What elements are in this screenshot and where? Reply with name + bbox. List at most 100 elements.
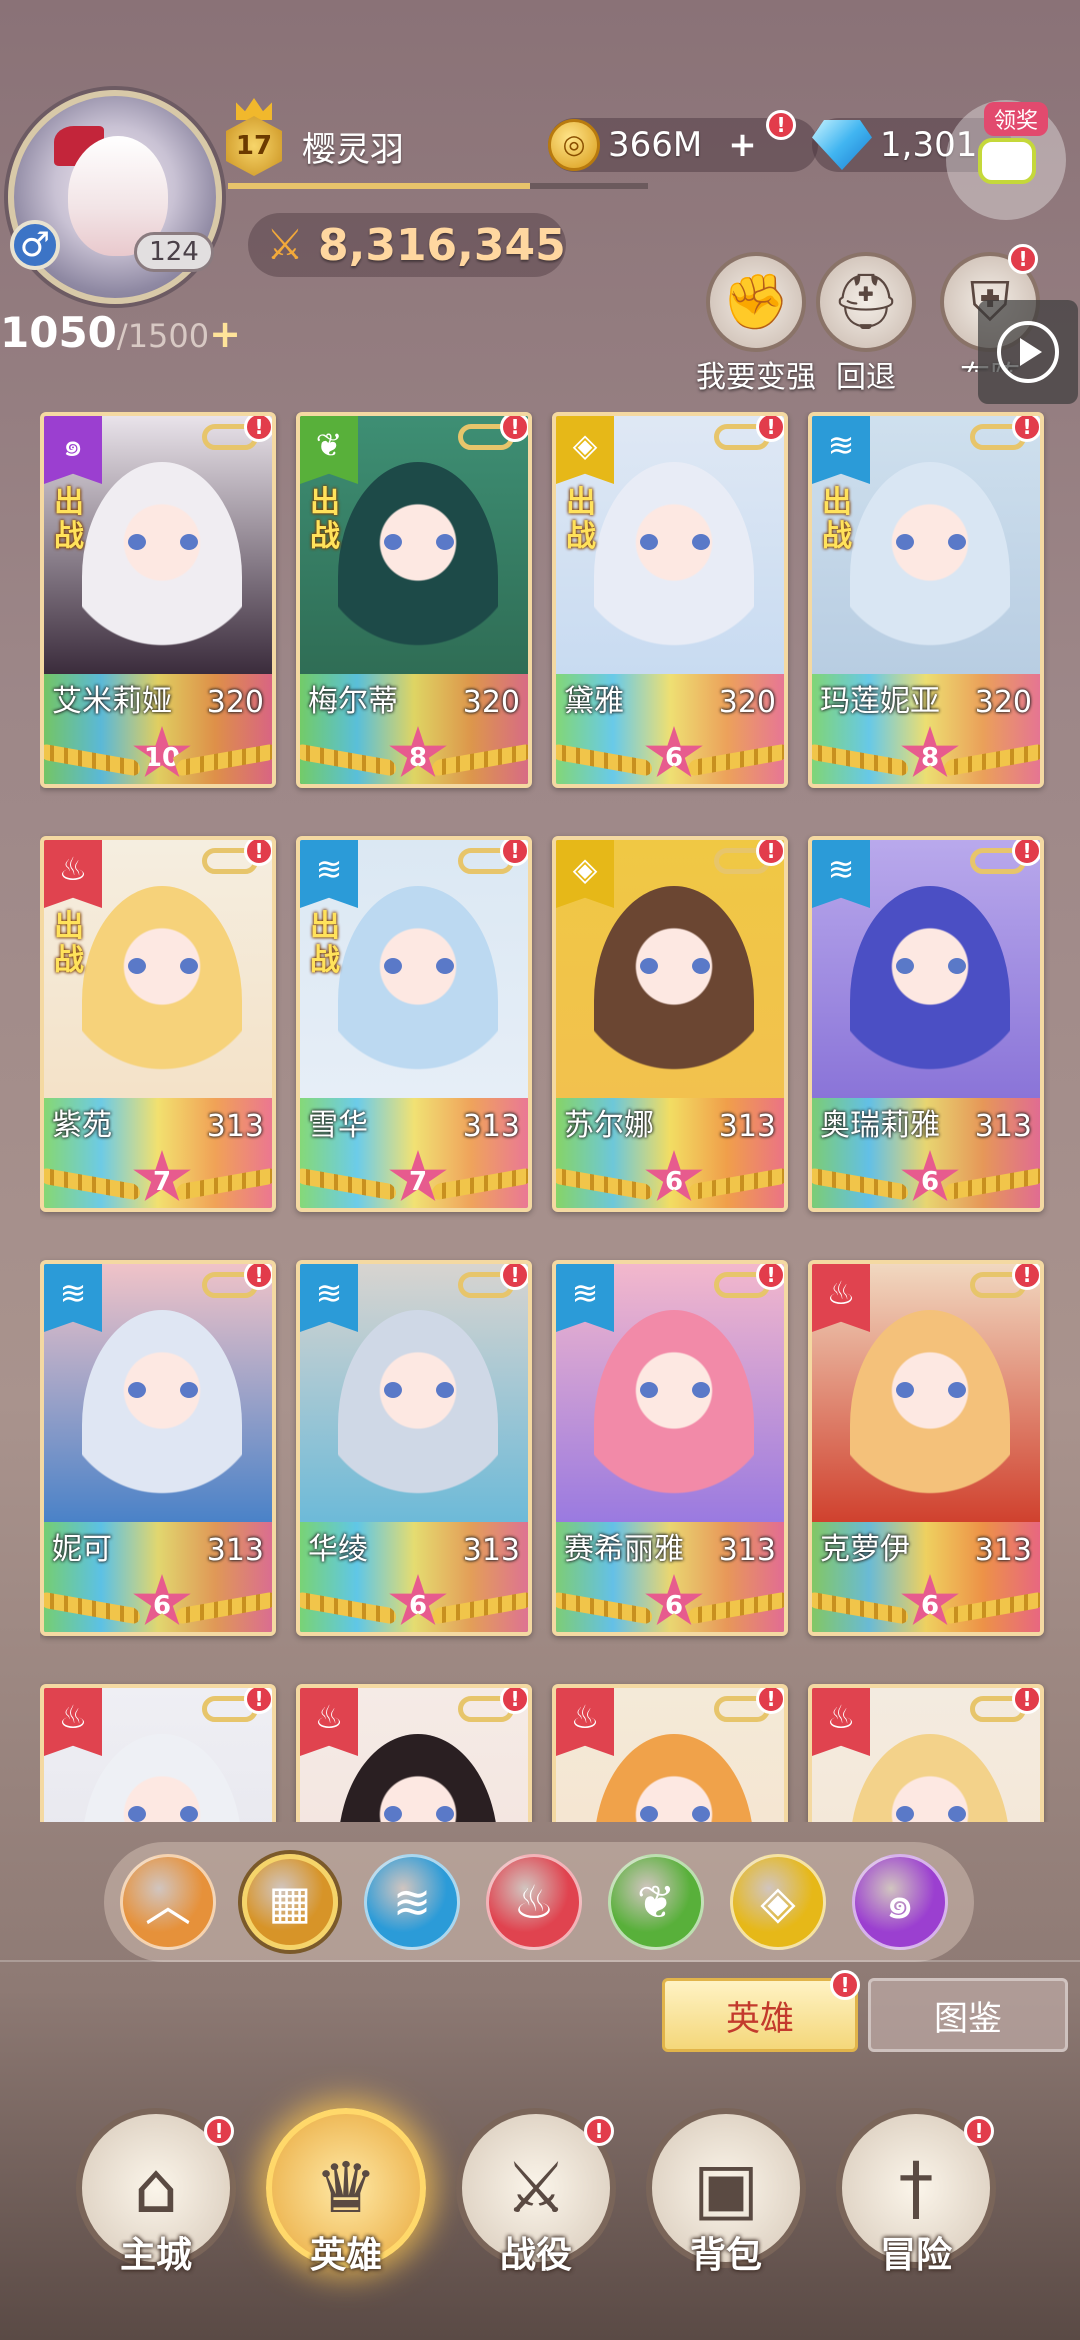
hero-level: 320 (206, 685, 264, 720)
hero-name: 奥瑞莉雅 (820, 1108, 940, 1143)
wing-left (300, 1167, 396, 1201)
hero-eyes (128, 958, 198, 974)
wing-right (432, 1591, 528, 1625)
hero-notification-badge: ! (1012, 1264, 1040, 1290)
hero-card[interactable]: ◈! 出战 黛雅 320 6 (552, 412, 788, 788)
wing-right (688, 743, 784, 777)
rollback-button[interactable]: ⛑ 回退 (796, 252, 936, 396)
filter-all-button[interactable]: ▦ (242, 1854, 338, 1950)
filter-nature-button[interactable]: ❦ (608, 1854, 704, 1950)
hero-card[interactable]: ๑! 出战 艾米莉娅 320 10 (40, 412, 276, 788)
wing-left (812, 1167, 908, 1201)
sword-icon: † (898, 2147, 934, 2229)
male-gender-icon: ♂ (10, 220, 60, 270)
filter-fire-button[interactable]: ♨ (486, 1854, 582, 1950)
filter-water-button[interactable]: ≋ (364, 1854, 460, 1950)
hero-notification-badge: ! (756, 1264, 784, 1290)
hero-name: 梅尔蒂 (308, 684, 398, 719)
hero-card[interactable]: ❦! 出战 梅尔蒂 320 8 (296, 412, 532, 788)
star-wings: 8 (812, 726, 1040, 782)
hero-eyes (896, 1382, 966, 1398)
hero-notification-badge: ! (1012, 840, 1040, 866)
hero-grid: ๑! 出战 艾米莉娅 320 10 ❦! 出战 梅尔蒂 320 8 ◈! 出战 黛雅 320 6 ≋! 出战 玛莲… (40, 412, 1050, 1822)
star-wings: 6 (812, 1150, 1040, 1206)
crossed-swords-icon: ⚔ (504, 2147, 568, 2229)
hero-figure (850, 1310, 1010, 1540)
hero-card[interactable]: ≋! 华绫 313 6 (296, 1260, 532, 1636)
stamina-counter[interactable]: 1050/1500+ (0, 308, 241, 357)
wing-left (300, 1591, 396, 1625)
hero-name: 黛雅 (564, 684, 624, 719)
gold-add-icon[interactable]: + (728, 125, 757, 165)
wing-right (944, 1591, 1040, 1625)
hero-card[interactable]: ≋! 奥瑞莉雅 313 6 (808, 836, 1044, 1212)
gold-notification-badge: ! (766, 110, 796, 140)
tab-heroes[interactable]: 英雄 (662, 1978, 858, 2052)
hero-name: 苏尔娜 (564, 1108, 654, 1143)
hero-level: 320 (718, 685, 776, 720)
tab-codex[interactable]: 图鉴 (868, 1978, 1068, 2052)
deployed-tag: 出战 (54, 485, 84, 554)
hero-card[interactable]: ≋! 妮可 313 6 (40, 1260, 276, 1636)
hero-level: 313 (462, 1109, 520, 1144)
hero-eyes (384, 1806, 454, 1822)
wing-left (812, 1591, 908, 1625)
hero-card[interactable]: ≋! 赛希丽雅 313 6 (552, 1260, 788, 1636)
hero-name: 紫苑 (52, 1108, 112, 1143)
hero-notification-badge: ! (1012, 1688, 1040, 1714)
hero-level: 313 (206, 1533, 264, 1568)
hero-figure (82, 1310, 242, 1540)
wing-left (300, 743, 396, 777)
wing-right (176, 1591, 272, 1625)
hero-notification-badge: ! (500, 1264, 528, 1290)
hero-figure (82, 886, 242, 1116)
hero-level: 313 (718, 1109, 776, 1144)
leaf-icon: ❦ (636, 1875, 676, 1929)
hero-card[interactable]: ♨! (808, 1684, 1044, 1822)
hero-name: 华绫 (308, 1532, 368, 1567)
chevron-up-icon: ︿ (145, 1878, 191, 1932)
hero-eyes (640, 534, 710, 550)
wing-right (432, 1167, 528, 1201)
wing-right (688, 1167, 784, 1201)
eye-icon: ◈ (556, 416, 614, 484)
hero-level: 313 (462, 1533, 520, 1568)
nav-notification-badge: ! (584, 2116, 614, 2146)
star-wings: 6 (44, 1574, 272, 1630)
filter-light-button[interactable]: ◈ (730, 1854, 826, 1950)
filter-collapse-button[interactable]: ︿ (120, 1854, 216, 1950)
hero-notification-badge: ! (244, 1688, 272, 1714)
wing-left (44, 1591, 140, 1625)
section-divider (0, 1960, 1080, 1962)
hero-card[interactable]: ♨! (40, 1684, 276, 1822)
hero-eyes (128, 1806, 198, 1822)
backpack-icon: ▣ (692, 2147, 760, 2229)
hero-eyes (384, 1382, 454, 1398)
hero-level: 320 (462, 685, 520, 720)
gold-amount: 366M (608, 125, 703, 165)
filter-shadow-button[interactable]: ๑ (852, 1854, 948, 1950)
diamond-icon (812, 120, 872, 170)
nav-notification-badge: ! (964, 2116, 994, 2146)
hero-card[interactable]: ≋! 出战 玛莲妮亚 320 8 (808, 412, 1044, 788)
hero-card[interactable]: ≋! 出战 雪华 313 7 (296, 836, 532, 1212)
stamina-current: 1050 (0, 308, 117, 357)
hero-name: 赛希丽雅 (564, 1532, 684, 1567)
hero-eyes (640, 1382, 710, 1398)
hero-card[interactable]: ♨! (296, 1684, 532, 1822)
hero-name: 艾米莉娅 (52, 684, 172, 719)
gold-coin-icon: ◎ (548, 119, 600, 171)
hero-card[interactable]: ♨! 克萝伊 313 6 (808, 1260, 1044, 1636)
nav-label: 主城 (119, 2235, 192, 2276)
video-play-button[interactable] (978, 300, 1078, 404)
star-wings: 7 (44, 1150, 272, 1206)
hero-level: 313 (974, 1109, 1032, 1144)
hero-card[interactable]: ♨! (552, 1684, 788, 1822)
grid-icon: ▦ (268, 1875, 312, 1929)
star-wings: 6 (812, 1574, 1040, 1630)
helmet-icon: ⛑ (816, 252, 916, 352)
star-wings: 10 (44, 726, 272, 782)
hero-card[interactable]: ♨! 出战 紫苑 313 7 (40, 836, 276, 1212)
stamina-add-icon[interactable]: + (209, 312, 241, 356)
hero-card[interactable]: ◈! 苏尔娜 313 6 (552, 836, 788, 1212)
